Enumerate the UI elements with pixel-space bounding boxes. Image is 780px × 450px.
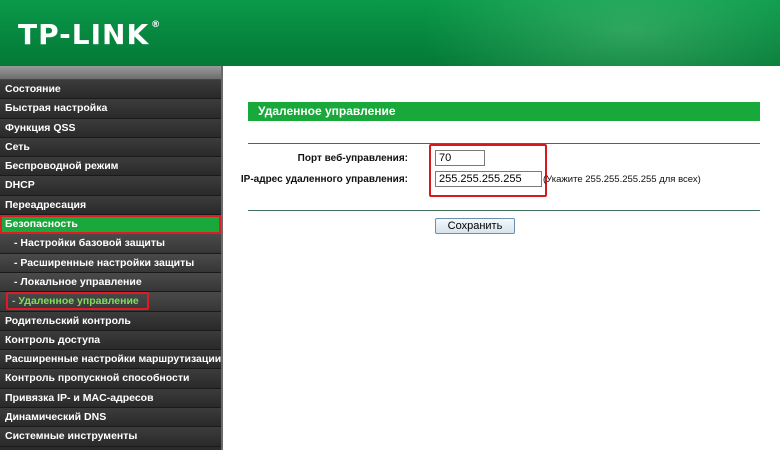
sidebar-item-advanced-security[interactable]: - Расширенные настройки защиты (0, 253, 221, 273)
sidebar-item-forwarding[interactable]: Переадресация (0, 195, 221, 216)
sidebar-item-basic-security[interactable]: - Настройки базовой защиты (0, 234, 221, 254)
sidebar-item-network[interactable]: Сеть (0, 137, 221, 158)
section-title: Удаленное управление (248, 102, 760, 121)
bottom-divider (248, 210, 760, 211)
sidebar-item-wireless[interactable]: Беспроводной режим (0, 157, 221, 177)
port-label: Порт веб-управления: (297, 153, 408, 164)
sidebar-item-advanced-routing[interactable]: Расширенные настройки маршрутизации (0, 350, 221, 370)
ip-address-input[interactable] (435, 171, 542, 187)
sidebar-menu: Состояние Быстрая настройка Функция QSS … (0, 66, 223, 450)
sidebar-item-remote-management-label: - Удаленное управление (6, 292, 149, 311)
sidebar-item-access-control[interactable]: Контроль доступа (0, 330, 221, 351)
sidebar-item-dynamic-dns[interactable]: Динамический DNS (0, 408, 221, 428)
sidebar-top-strip (0, 66, 221, 80)
sidebar-item-local-management[interactable]: - Локальное управление (0, 272, 221, 293)
sidebar-item-ip-mac-binding[interactable]: Привязка IP- и MAC-адресов (0, 388, 221, 409)
sidebar-item-status[interactable]: Состояние (0, 80, 221, 100)
sidebar-item-qss[interactable]: Функция QSS (0, 118, 221, 138)
port-input[interactable] (435, 150, 485, 166)
sidebar-item-dhcp[interactable]: DHCP (0, 176, 221, 196)
main-content: Удаленное управление Порт веб-управления… (225, 66, 780, 450)
sidebar-item-remote-management[interactable]: - Удаленное управление (0, 292, 221, 312)
ip-label: IP-адрес удаленного управления: (240, 174, 408, 185)
sidebar-item-quick-setup[interactable]: Быстрая настройка (0, 99, 221, 119)
header-glow (420, 0, 780, 66)
sidebar-item-security[interactable]: Безопасность (0, 215, 221, 235)
ip-hint-text: (Укажите 255.255.255.255 для всех) (543, 174, 701, 185)
header-banner: TP-LINK ® (0, 0, 780, 66)
save-button[interactable]: Сохранить (435, 218, 515, 234)
logo-text: TP-LINK (18, 18, 150, 51)
registered-mark: ® (151, 20, 162, 30)
sidebar-item-bandwidth-control[interactable]: Контроль пропускной способности (0, 369, 221, 389)
tp-link-logo: TP-LINK ® (18, 18, 161, 51)
sidebar-item-system-tools[interactable]: Системные инструменты (0, 427, 221, 447)
sidebar-item-parental-control[interactable]: Родительский контроль (0, 311, 221, 331)
